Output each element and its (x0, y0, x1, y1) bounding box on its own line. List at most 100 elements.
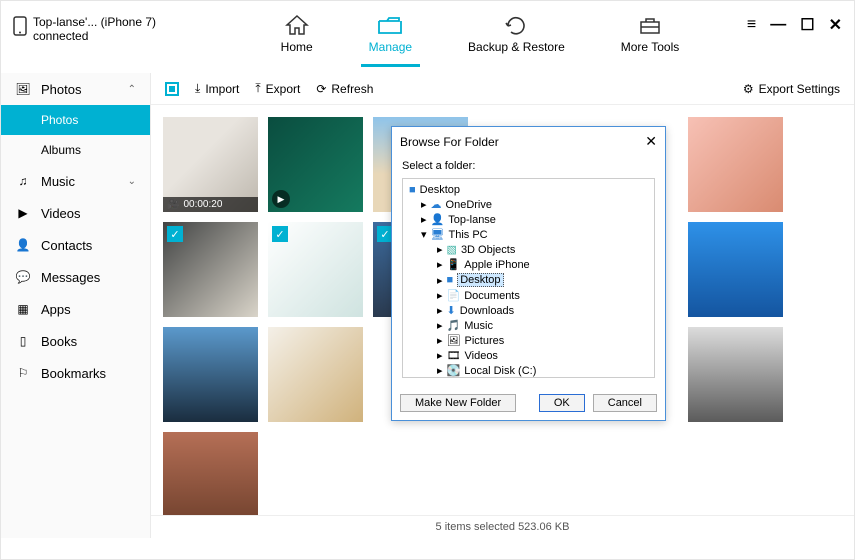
export-button[interactable]: ⤒Export (255, 81, 300, 96)
expand-icon[interactable]: ▸ (437, 319, 443, 332)
restore-icon (502, 13, 530, 37)
tree-node[interactable]: ▸📄Documents (409, 288, 648, 303)
expand-icon[interactable]: ▸ (437, 289, 443, 302)
book-icon: ▯ (15, 333, 31, 349)
tab-manage[interactable]: Manage (361, 9, 420, 67)
play-overlay-icon: ▶ (272, 190, 290, 208)
sidebar-item-books[interactable]: ▯ Books (1, 325, 150, 357)
photo-thumb[interactable]: ✓ (268, 222, 363, 317)
video-duration: 🎥00:00:20 (163, 197, 258, 212)
expand-icon[interactable]: ▸ (437, 349, 443, 362)
tree-node[interactable]: ▸🖼Pictures (409, 333, 648, 348)
tree-node[interactable]: ▸☁OneDrive (409, 197, 648, 212)
gear-icon: ⚙ (743, 82, 754, 96)
bookmark-icon: ⚐ (15, 365, 31, 381)
close-button[interactable]: ✕ (829, 15, 842, 35)
sidebar: 🖼 Photos ⌃ Photos Albums ♫ Music ⌄ ▶ Vid… (1, 73, 151, 538)
select-all-checkbox[interactable] (165, 82, 179, 96)
maximize-button[interactable]: ☐ (800, 15, 814, 35)
chevron-up-icon: ⌃ (128, 84, 136, 95)
music-icon: 🎵 (447, 319, 461, 332)
tree-node[interactable]: ■Desktop (409, 183, 648, 197)
dialog-title: Browse For Folder (400, 135, 499, 149)
expand-icon[interactable]: ▸ (421, 213, 427, 226)
download-icon: ⬇ (447, 304, 456, 317)
refresh-button[interactable]: ⟳Refresh (316, 82, 373, 96)
tree-node-selected[interactable]: ▸■Desktop (409, 272, 648, 288)
make-new-folder-button[interactable]: Make New Folder (400, 394, 516, 412)
desktop-icon: ■ (447, 274, 454, 286)
tree-node[interactable]: ▸👤Top-lanse (409, 212, 648, 227)
photo-thumb[interactable] (163, 432, 258, 515)
tab-tools[interactable]: More Tools (613, 9, 687, 64)
tree-node[interactable]: ▸📱Apple iPhone (409, 257, 648, 272)
folder-tree[interactable]: ■Desktop ▸☁OneDrive ▸👤Top-lanse ▾🖥This P… (402, 178, 655, 378)
sidebar-item-messages[interactable]: 💬 Messages (1, 261, 150, 293)
dialog-prompt: Select a folder: (402, 160, 655, 172)
expand-icon[interactable]: ▸ (437, 334, 443, 347)
sidebar-item-videos[interactable]: ▶ Videos (1, 197, 150, 229)
checkmark-icon: ✓ (167, 226, 183, 242)
tree-node[interactable]: ▸🎵Music (409, 318, 648, 333)
document-icon: 📄 (447, 289, 461, 302)
folder-icon (376, 13, 404, 37)
expand-icon[interactable]: ▸ (437, 304, 443, 317)
device-status: connected (33, 29, 156, 43)
expand-icon[interactable]: ▸ (437, 243, 443, 256)
apps-icon: ▦ (15, 301, 31, 317)
sidebar-item-photos[interactable]: 🖼 Photos ⌃ (1, 73, 150, 105)
tree-node[interactable]: ▾🖥This PC (409, 227, 648, 242)
expand-icon[interactable]: ▸ (437, 274, 443, 287)
chevron-down-icon: ⌄ (128, 176, 136, 187)
message-icon: 💬 (15, 269, 31, 285)
play-icon: ▶ (15, 205, 31, 221)
desktop-icon: ■ (409, 184, 416, 196)
user-icon: 👤 (431, 213, 445, 226)
phone-icon: 📱 (447, 258, 461, 271)
photo-thumb[interactable] (163, 327, 258, 422)
tab-home[interactable]: Home (273, 9, 321, 64)
photo-thumb[interactable]: ▶ (268, 117, 363, 212)
export-icon: ⤒ (255, 81, 260, 96)
photo-thumb[interactable] (688, 222, 783, 317)
import-button[interactable]: ⤓Import (195, 81, 239, 96)
sidebar-sub-albums[interactable]: Albums (1, 135, 150, 165)
sidebar-item-apps[interactable]: ▦ Apps (1, 293, 150, 325)
expand-icon[interactable]: ▸ (437, 258, 443, 271)
minimize-button[interactable]: — (770, 16, 786, 34)
browse-folder-dialog: Browse For Folder ✕ Select a folder: ■De… (391, 126, 666, 421)
dialog-close-button[interactable]: ✕ (645, 133, 657, 150)
sidebar-sub-photos[interactable]: Photos (1, 105, 150, 135)
tree-node[interactable]: ▸💽Local Disk (C:) (409, 363, 648, 378)
tab-backup[interactable]: Backup & Restore (460, 9, 573, 64)
cancel-button[interactable]: Cancel (593, 394, 657, 412)
photo-thumb[interactable]: ✓ (163, 222, 258, 317)
expand-icon[interactable]: ▸ (421, 198, 427, 211)
photo-thumb[interactable] (688, 117, 783, 212)
video-icon: 🎞 (447, 349, 461, 362)
export-settings-button[interactable]: ⚙Export Settings (743, 82, 840, 96)
import-icon: ⤓ (195, 81, 200, 96)
ok-button[interactable]: OK (539, 394, 585, 412)
checkmark-icon: ✓ (272, 226, 288, 242)
pc-icon: 🖥 (431, 228, 445, 241)
folder-icon: ▧ (447, 243, 457, 256)
photo-thumb[interactable] (268, 327, 363, 422)
sidebar-item-contacts[interactable]: 👤 Contacts (1, 229, 150, 261)
image-icon: 🖼 (15, 81, 31, 97)
collapse-icon[interactable]: ▾ (421, 228, 427, 241)
device-info: Top-lanse'... (iPhone 7) connected (13, 9, 213, 43)
toolbox-icon (636, 13, 664, 37)
tree-node[interactable]: ▸🎞Videos (409, 348, 648, 363)
tree-node[interactable]: ▸▧3D Objects (409, 242, 648, 257)
tree-node[interactable]: ▸⬇Downloads (409, 303, 648, 318)
cloud-icon: ☁ (431, 198, 442, 211)
photo-thumb[interactable] (688, 327, 783, 422)
picture-icon: 🖼 (447, 334, 461, 347)
sidebar-item-bookmarks[interactable]: ⚐ Bookmarks (1, 357, 150, 389)
menu-icon[interactable]: ≡ (747, 16, 756, 34)
expand-icon[interactable]: ▸ (437, 364, 443, 377)
contact-icon: 👤 (15, 237, 31, 253)
sidebar-item-music[interactable]: ♫ Music ⌄ (1, 165, 150, 197)
photo-thumb[interactable]: 🎥00:00:20 (163, 117, 258, 212)
